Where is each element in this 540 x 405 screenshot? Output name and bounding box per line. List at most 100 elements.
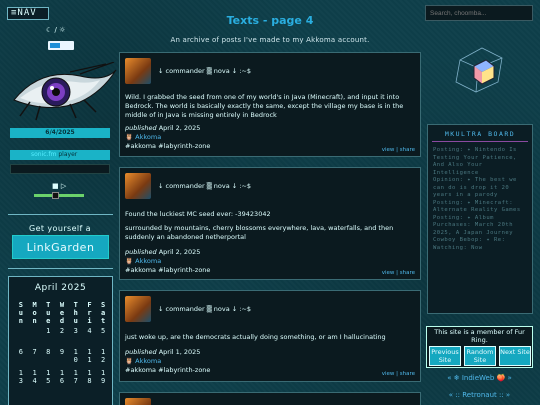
calendar-day-header: Thu — [73, 301, 78, 325]
calendar-day-header: Wed — [59, 301, 65, 325]
music-player-label: sonic.fm player — [10, 150, 110, 160]
post-author: ↓ commander ▒ nova ↓ :~$ — [158, 67, 252, 75]
post-date: April 2, 2025 — [158, 248, 201, 256]
calendar-day[interactable]: 11 — [85, 348, 93, 369]
linkgarden-heading: Get yourself a — [29, 224, 91, 233]
calendar-day[interactable]: 18 — [85, 369, 93, 390]
calendar-day[interactable]: 13 — [17, 369, 25, 390]
nav-menu-button[interactable]: ≡NAV — [7, 7, 49, 20]
calendar-day[interactable]: 3 — [72, 327, 80, 348]
calendar-day-header: Tue — [46, 301, 51, 325]
avatar — [125, 173, 151, 199]
mkultra-entry[interactable]: Posting: ✦ Nintendo Is Testing Your Pati… — [433, 147, 527, 177]
theme-toggle[interactable] — [48, 41, 74, 50]
calendar-day-header: Fri — [87, 301, 92, 325]
post-tags[interactable]: #akkoma #labyrinth-zone — [125, 142, 210, 150]
mkultra-entry[interactable]: Opinion: ✦ The best we can do is drop it… — [433, 177, 527, 200]
next-site-button[interactable]: Next Site — [499, 346, 531, 366]
calendar-day[interactable]: 17 — [72, 369, 80, 390]
calendar-day[interactable]: 6 — [17, 348, 25, 369]
calendar-day[interactable]: 1 — [44, 327, 52, 348]
calendar-day[interactable]: 12 — [99, 348, 107, 369]
calendar-day[interactable]: 2 — [58, 327, 66, 348]
calendar-widget: April 2025 Sun Mon Tue Wed Thu Fri Sat 1 2 3 4 5 6 7 8… — [8, 276, 113, 405]
post-published: published April 2, 2025 — [125, 248, 200, 256]
avatar — [125, 398, 151, 405]
calendar-day[interactable]: 7 — [31, 348, 39, 369]
current-date: 6/4/2025 — [10, 128, 110, 138]
calendar-grid: Sun Mon Tue Wed Thu Fri Sat 1 2 3 4 5 6 7 8 9 10 11 12 13 14… — [14, 301, 110, 390]
share-link[interactable]: share — [400, 147, 415, 153]
retronaut-webring[interactable]: « :: Retronaut :: » — [426, 391, 533, 399]
random-site-button[interactable]: Random Site — [464, 346, 496, 366]
post-source-link[interactable]: 🦉 Akkoma — [125, 133, 161, 141]
post-body: Wild. I grabbed the seed from one of my … — [125, 93, 404, 119]
player-station: sonic.fm — [31, 151, 57, 158]
post-author: ↓ commander ▒ nova ↓ :~$ — [158, 305, 252, 313]
previous-site-button[interactable]: Previous Site — [429, 346, 461, 366]
published-label: published — [125, 124, 157, 132]
indieweb-webring[interactable]: « ❄ IndieWeb 🍑 » — [426, 374, 533, 382]
fur-ring-widget: This site is a member of Fur Ring. Previ… — [426, 326, 533, 368]
mkultra-heading: MKULTRA BOARD — [428, 130, 532, 142]
post-body: Found the luckiest MC seed ever: -394230… — [125, 210, 271, 218]
calendar-day[interactable]: 4 — [85, 327, 93, 348]
post-card — [119, 392, 421, 405]
volume-slider[interactable] — [34, 192, 84, 199]
mkultra-board: MKULTRA BOARD Posting: ✦ Nintendo Is Tes… — [427, 124, 533, 314]
post-published: published April 2, 2025 — [125, 124, 200, 132]
post-date: April 2, 2025 — [158, 124, 201, 132]
post-tags[interactable]: #akkoma #labyrinth-zone — [125, 266, 210, 274]
calendar-day[interactable]: 15 — [44, 369, 52, 390]
volume-slider-handle[interactable] — [52, 192, 59, 199]
calendar-day-header: Mon — [32, 301, 37, 325]
published-label: published — [125, 248, 157, 256]
share-link[interactable]: share — [400, 270, 415, 276]
mkultra-entry[interactable]: Posting: ✦ Minecraft: Alternate Reality … — [433, 200, 527, 215]
linkgarden-button[interactable]: LinkGarden — [12, 235, 109, 259]
post-actions: view | share — [381, 270, 415, 276]
mkultra-feed: Posting: ✦ Nintendo Is Testing Your Pati… — [428, 142, 532, 252]
mkultra-entry[interactable]: Cowboy Bebop: ✦ Re: Watching: Now — [433, 237, 527, 252]
calendar-day-header: Sat — [101, 301, 106, 325]
calendar-day[interactable]: 14 — [31, 369, 39, 390]
player-controls[interactable]: ■ ▷ — [52, 182, 66, 190]
view-link[interactable]: view — [382, 147, 395, 153]
avatar — [125, 296, 151, 322]
post-author: ↓ commander ▒ nova ↓ :~$ — [158, 182, 252, 190]
view-link[interactable]: view — [382, 270, 395, 276]
post-published: published April 1, 2025 — [125, 348, 200, 356]
page-subtitle: An archive of posts I've made to my Akko… — [170, 36, 370, 44]
post-card: ↓ commander ▒ nova ↓ :~$ Found the lucki… — [119, 167, 421, 280]
post-source-link[interactable]: 🦉 Akkoma — [125, 257, 161, 265]
post-date: April 1, 2025 — [158, 348, 201, 356]
mkultra-entry[interactable]: Posting: ✦ Album Purchases: March 20th 2… — [433, 215, 527, 238]
published-label: published — [125, 348, 157, 356]
post-card: ↓ commander ▒ nova ↓ :~$ just woke up, a… — [119, 290, 421, 382]
eye-illustration — [13, 62, 117, 121]
share-link[interactable]: share — [400, 371, 415, 377]
calendar-day-header: Sun — [18, 301, 23, 325]
calendar-day[interactable]: 19 — [99, 369, 107, 390]
post-source-link[interactable]: 🦉 Akkoma — [125, 357, 161, 365]
spinning-cube-graphic — [455, 47, 503, 93]
search-input[interactable] — [425, 5, 533, 21]
post-tags[interactable]: #akkoma #labyrinth-zone — [125, 366, 210, 374]
view-link[interactable]: view — [382, 371, 395, 377]
post-body-2: surrounded by mountains, cherry blossoms… — [125, 224, 394, 241]
calendar-day[interactable]: 16 — [58, 369, 66, 390]
page-title: Texts - page 4 — [226, 14, 314, 27]
player-progress-bar[interactable] — [10, 164, 110, 174]
calendar-day[interactable]: 9 — [58, 348, 66, 369]
calendar-day[interactable]: 8 — [44, 348, 52, 369]
left-divider-2 — [8, 268, 113, 269]
fur-ring-text: This site is a member of Fur Ring. — [434, 328, 525, 344]
post-body: just woke up, are the democrats actually… — [125, 333, 386, 341]
player-title: player — [58, 151, 78, 158]
calendar-day[interactable]: 5 — [99, 327, 107, 348]
calendar-day — [17, 327, 25, 348]
calendar-day[interactable]: 10 — [72, 348, 80, 369]
mkultra-heading-text: MKULTRA BOARD — [444, 130, 516, 138]
left-divider — [8, 214, 113, 215]
post-actions: view | share — [381, 147, 415, 153]
